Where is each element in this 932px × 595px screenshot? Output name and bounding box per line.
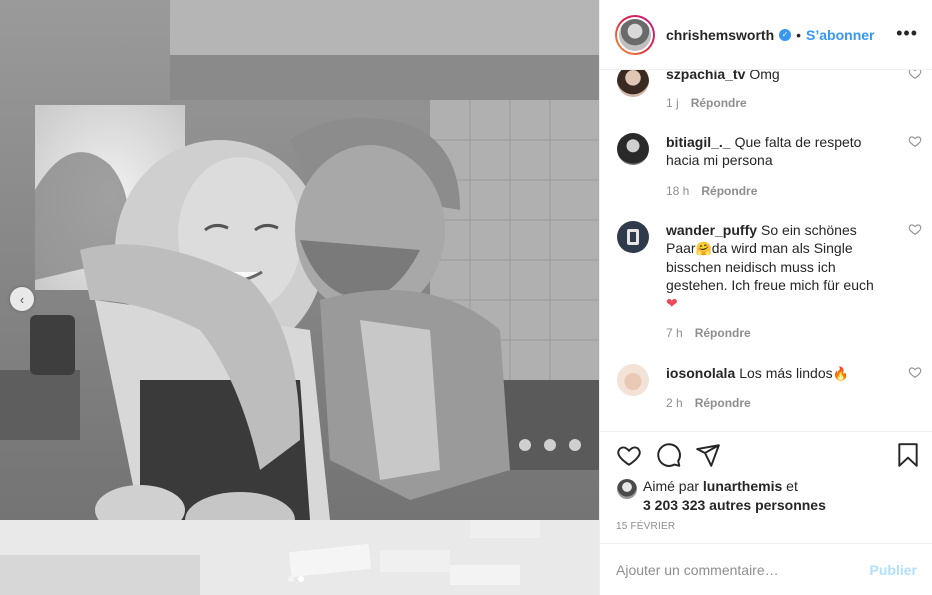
comment-meta: 1 j Répondre (666, 96, 747, 110)
post-actions-section: Aimé par lunarthemis et 3 203 323 autres… (600, 431, 932, 543)
comment-like-heart-icon[interactable] (908, 222, 922, 236)
comment-icon[interactable] (656, 442, 682, 468)
chevron-left-icon: ‹ (19, 291, 25, 307)
share-icon[interactable] (695, 442, 721, 468)
fire-emoji-icon: 🔥 (832, 366, 849, 381)
author-username[interactable]: chrishemsworth (666, 27, 774, 43)
comment-text: szpachia_tv Omg (666, 70, 878, 83)
follow-button[interactable]: S’abonner (806, 27, 874, 43)
commenter-avatar[interactable] (617, 221, 649, 253)
post-photo[interactable]: ‹ (0, 0, 599, 595)
commenter-avatar[interactable] (617, 70, 649, 97)
reply-button[interactable]: Répondre (695, 396, 751, 410)
comment-text: bitiagil_._ Que falta de respeto hacia mi… (666, 133, 878, 169)
header-separator: • (796, 26, 802, 43)
post-side-panel: chrishemsworth ✓ • S’abonner ••• szpachi… (599, 0, 932, 595)
bookmark-icon[interactable] (895, 442, 921, 468)
heart-icon[interactable] (616, 442, 642, 468)
comment-meta: 2 h Répondre (666, 396, 751, 410)
reply-button[interactable]: Répondre (695, 326, 751, 340)
publish-button[interactable]: Publier (870, 562, 917, 578)
comment-like-heart-icon[interactable] (908, 70, 922, 80)
comment-username[interactable]: wander_puffy (666, 222, 757, 238)
likes-count[interactable]: 3 203 323 autres personnes (643, 497, 826, 513)
comment-text: wander_puffy So ein schönes Paar🤗da wird … (666, 221, 878, 312)
verified-badge-icon: ✓ (779, 28, 792, 41)
comment-like-heart-icon[interactable] (908, 365, 922, 379)
commenter-avatar[interactable] (617, 364, 649, 396)
add-comment-form: Publier (600, 543, 932, 595)
likes-connector: et (786, 478, 798, 494)
comment-text: iosonolala Los más lindos🔥 (666, 364, 878, 383)
comment-like-heart-icon[interactable] (908, 134, 922, 148)
likes-text: Aimé par lunarthemis et 3 203 323 autres… (643, 477, 883, 515)
comment-time[interactable]: 1 j (666, 96, 679, 110)
photo-image (0, 0, 599, 595)
post-header: chrishemsworth ✓ • S’abonner ••• (600, 0, 932, 70)
red-heart-emoji-icon: ❤ (666, 295, 678, 311)
carousel-indicator (288, 576, 304, 582)
author-avatar[interactable] (615, 14, 655, 55)
carousel-dot (288, 576, 294, 582)
action-bar (616, 442, 921, 470)
commenter-avatar[interactable] (617, 133, 649, 165)
carousel-dot-active (298, 576, 304, 582)
post-date[interactable]: 15 FÉVRIER (616, 521, 675, 532)
comment-input[interactable] (616, 561, 870, 578)
comment-meta: 18 h Répondre (666, 184, 757, 198)
comment-username[interactable]: bitiagil_._ (666, 134, 731, 150)
comments-list[interactable]: szpachia_tv Omg 1 j Répondre bitiagil_._ Qu… (600, 70, 932, 431)
comment-content: Omg (749, 70, 780, 82)
comment-time[interactable]: 18 h (666, 184, 689, 198)
more-options-icon[interactable]: ••• (896, 24, 918, 42)
liker-avatar[interactable] (617, 479, 637, 499)
carousel-prev-button[interactable]: ‹ (10, 287, 34, 311)
comment-username[interactable]: szpachia_tv (666, 70, 745, 82)
comment-meta: 7 h Répondre (666, 326, 751, 340)
comment-time[interactable]: 2 h (666, 396, 683, 410)
comment-time[interactable]: 7 h (666, 326, 683, 340)
liker-username[interactable]: lunarthemis (703, 478, 782, 494)
reply-button[interactable]: Répondre (701, 184, 757, 198)
comment-content: Los más lindos (739, 365, 833, 381)
hugging-face-emoji-icon: 🤗 (695, 241, 712, 256)
likes-prefix: Aimé par (643, 478, 700, 494)
reply-button[interactable]: Répondre (691, 96, 747, 110)
comment-username[interactable]: iosonolala (666, 365, 735, 381)
